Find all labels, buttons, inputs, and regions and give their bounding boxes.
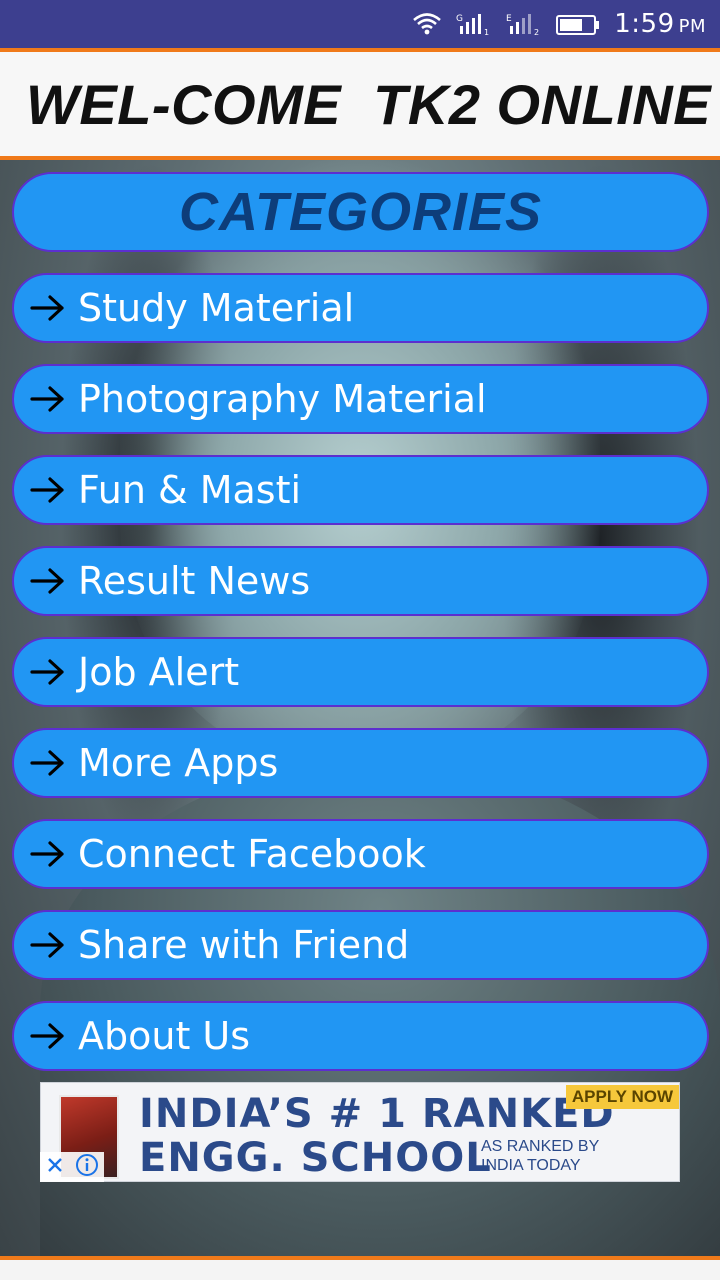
arrow-right-icon <box>30 293 70 323</box>
status-bar: G 1 E 2 1:59 PM <box>0 0 720 48</box>
menu-item-label: Photography Material <box>78 377 487 421</box>
ad-controls <box>40 1152 104 1182</box>
clock: 1:59 PM <box>614 9 706 39</box>
menu-item-label: More Apps <box>78 741 279 785</box>
menu-item-fun-masti[interactable]: Fun & Masti <box>12 455 709 525</box>
arrow-right-icon <box>30 1021 70 1051</box>
arrow-right-icon <box>30 657 70 687</box>
sim-number-label: 1 <box>484 28 489 36</box>
menu-item-label: About Us <box>78 1014 251 1058</box>
ad-headline-line1: INDIA’S # 1 RANKED <box>139 1091 615 1137</box>
app-header: WEL-COME TK2 ONLINE <box>0 52 720 156</box>
page-title: WEL-COME TK2 ONLINE <box>26 72 712 136</box>
battery-icon <box>556 12 600 36</box>
menu-item-connect-facebook[interactable]: Connect Facebook <box>12 819 709 889</box>
categories-header: CATEGORIES <box>12 172 709 252</box>
wifi-icon <box>412 12 442 36</box>
ad-subtext: AS RANKED BY INDIA TODAY <box>481 1138 599 1174</box>
bottom-strip <box>0 1260 720 1280</box>
menu-item-label: Fun & Masti <box>78 468 302 512</box>
menu-item-more-apps[interactable]: More Apps <box>12 728 709 798</box>
ad-info-icon[interactable] <box>75 1153 99 1182</box>
menu-item-job-alert[interactable]: Job Alert <box>12 637 709 707</box>
signal-type-label: E <box>506 14 512 24</box>
menu-item-study-material[interactable]: Study Material <box>12 273 709 343</box>
menu-item-label: Study Material <box>78 286 355 330</box>
arrow-right-icon <box>30 839 70 869</box>
arrow-right-icon <box>30 566 70 596</box>
menu-item-label: Share with Friend <box>78 923 410 967</box>
menu-item-label: Connect Facebook <box>78 832 426 876</box>
menu-item-share-with-friend[interactable]: Share with Friend <box>12 910 709 980</box>
signal-strength-icon: E 2 <box>506 12 542 36</box>
menu-item-about-us[interactable]: About Us <box>12 1001 709 1071</box>
sim-number-label: 2 <box>534 28 539 36</box>
menu-item-label: Result News <box>78 559 311 603</box>
arrow-right-icon <box>30 930 70 960</box>
menu-item-photography-material[interactable]: Photography Material <box>12 364 709 434</box>
arrow-right-icon <box>30 384 70 414</box>
ad-headline-line2: ENGG. SCHOOL <box>139 1135 492 1181</box>
ad-apply-now-button[interactable]: APPLY NOW <box>565 1085 679 1109</box>
signal-strength-icon: G 1 <box>456 12 492 36</box>
menu-item-result-news[interactable]: Result News <box>12 546 709 616</box>
arrow-right-icon <box>30 475 70 505</box>
ad-close-icon[interactable] <box>45 1155 65 1180</box>
categories-title: CATEGORIES <box>178 182 543 242</box>
menu-item-label: Job Alert <box>78 650 240 694</box>
signal-type-label: G <box>456 14 463 24</box>
ad-banner[interactable]: INDIA’S # 1 RANKED ENGG. SCHOOL APPLY NO… <box>40 1082 680 1182</box>
arrow-right-icon <box>30 748 70 778</box>
